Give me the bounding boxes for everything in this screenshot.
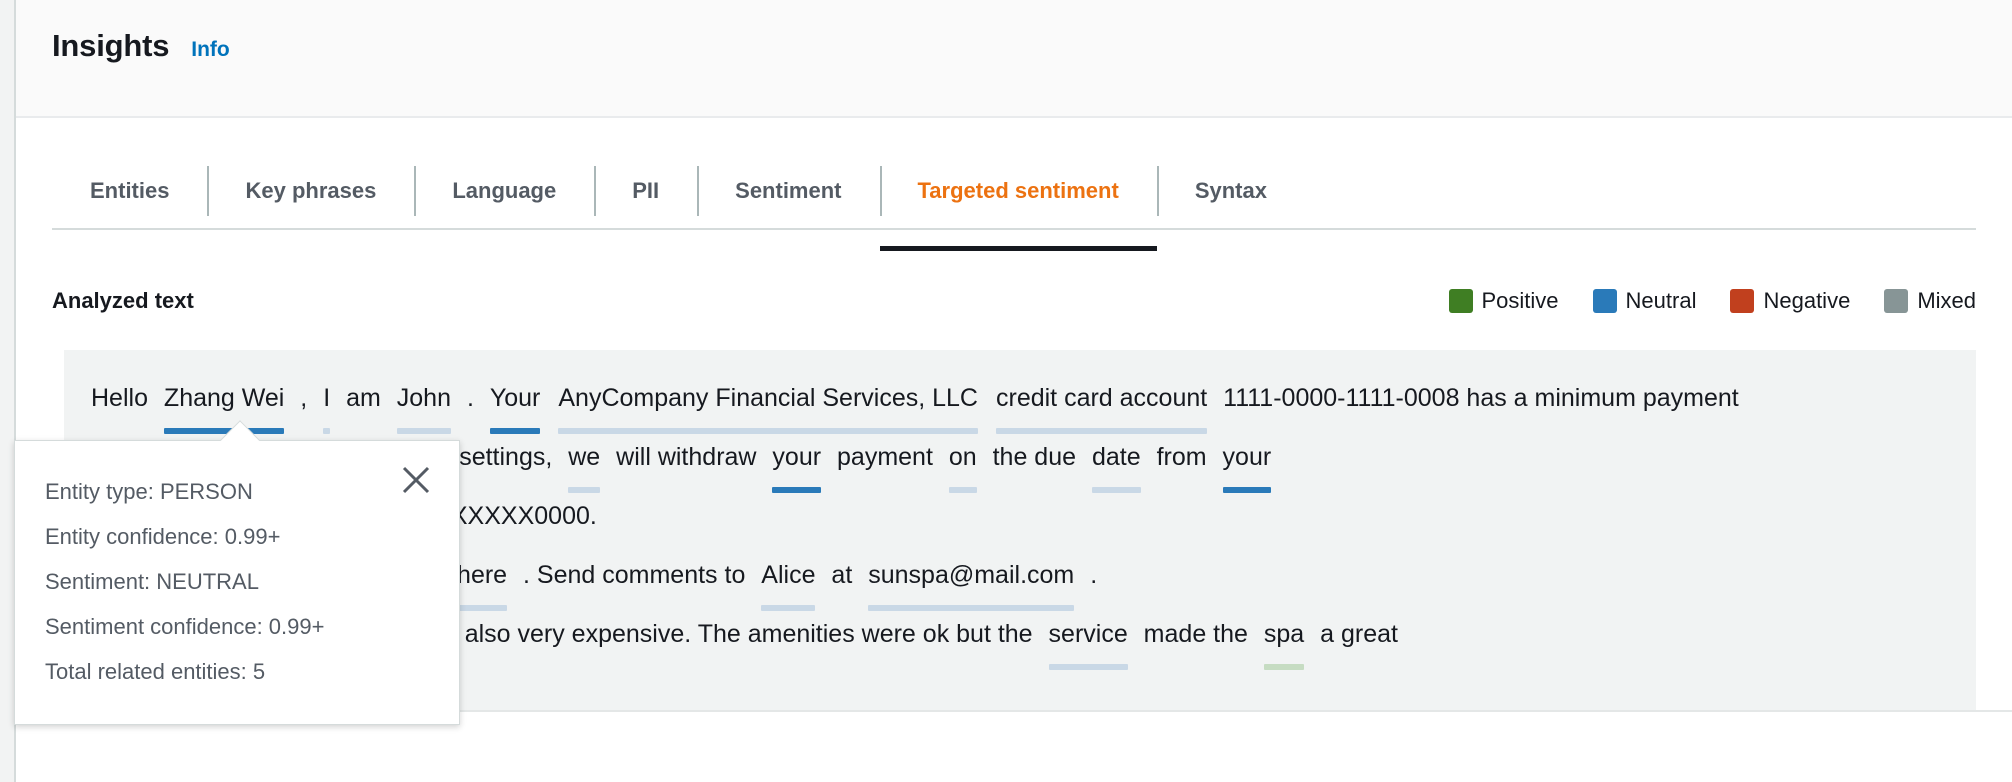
text-run: . — [460, 384, 481, 412]
entity-token[interactable]: Alice — [761, 547, 816, 611]
text-run: , — [293, 384, 315, 412]
tooltip-total-related-entities: Total related entities: 5 — [45, 659, 266, 684]
legend-label: Neutral — [1625, 288, 1697, 313]
analyzed-text-title: Analyzed text — [52, 288, 194, 313]
tooltip-entity-confidence: Entity confidence: 0.99+ — [45, 524, 281, 549]
page-title: Insights — [52, 28, 170, 63]
legend-swatch-negative-icon — [1730, 289, 1755, 313]
legend-label: Positive — [1481, 288, 1559, 313]
entity-token[interactable]: date — [1091, 429, 1141, 493]
text-run: . — [1083, 561, 1098, 589]
header-inner: Insights Info — [52, 28, 230, 64]
entity-token[interactable]: I — [323, 370, 330, 434]
entity-token[interactable]: your — [772, 429, 821, 493]
text-run: am — [339, 384, 388, 412]
tab-entities[interactable]: Entities — [52, 152, 207, 230]
tab-sentiment[interactable]: Sentiment — [697, 152, 879, 230]
tab-syntax[interactable]: Syntax — [1156, 152, 1305, 230]
close-icon[interactable] — [399, 463, 433, 497]
insights-tab-bar[interactable]: Entities Key phrases Language PII Sentiment T… — [52, 152, 1976, 262]
tab-language[interactable]: Language — [414, 152, 594, 230]
tab-targeted-sentiment[interactable]: Targeted sentiment — [879, 152, 1158, 251]
legend-swatch-neutral-icon — [1592, 289, 1617, 313]
legend-swatch-positive-icon — [1448, 289, 1473, 313]
text-run: . Send comments to — [516, 561, 753, 589]
panel-header: Insights Info — [16, 0, 2012, 118]
entity-detail-tooltip: Entity type: PERSON Entity confidence: 0… — [14, 420, 460, 725]
legend-item-negative: Negative — [1730, 288, 1850, 314]
analyzed-text-line: Hello Zhang Wei , I am John . Your AnyCom… — [64, 370, 1976, 434]
sentiment-legend: Positive Neutral Negative Mixed — [1448, 288, 1976, 314]
text-run: a great — [1313, 620, 1398, 648]
tab-key-phrases[interactable]: Key phrases — [207, 152, 414, 230]
legend-swatch-mixed-icon — [1884, 289, 1909, 313]
text-run: payment — [830, 443, 940, 471]
entity-token[interactable]: spa — [1263, 606, 1305, 670]
tooltip-sentiment-confidence: Sentiment confidence: 0.99+ — [45, 614, 325, 639]
legend-label: Mixed — [1917, 288, 1976, 313]
legend-item-neutral: Neutral — [1592, 288, 1697, 314]
tab-pii[interactable]: PII — [594, 152, 697, 230]
info-link[interactable]: Info — [191, 38, 229, 62]
text-run: at — [824, 561, 860, 589]
entity-token[interactable]: your — [1222, 429, 1271, 493]
insights-page: Insights Info Entities Key phrases Languag… — [0, 0, 2012, 782]
text-run: the due — [985, 443, 1083, 471]
text-run: from — [1149, 443, 1214, 471]
entity-token[interactable]: service — [1048, 606, 1128, 670]
left-gutter — [0, 0, 14, 782]
entity-token[interactable]: Your — [489, 370, 540, 434]
entity-token[interactable]: sunspa@mail.com — [868, 547, 1075, 611]
text-run: will withdraw — [609, 443, 764, 471]
tooltip-sentiment: Sentiment: NEUTRAL — [45, 569, 259, 594]
entity-token[interactable]: we — [568, 429, 600, 493]
tooltip-entity-type: Entity type: PERSON — [45, 479, 253, 504]
legend-item-positive: Positive — [1448, 288, 1559, 314]
text-run: made the — [1136, 620, 1255, 648]
entity-token[interactable]: on — [948, 429, 977, 493]
entity-token[interactable]: Zhang Wei — [163, 370, 285, 434]
entity-token[interactable]: credit card account — [996, 370, 1208, 434]
legend-item-mixed: Mixed — [1884, 288, 1976, 314]
text-run: 1111-0000-1111-0008 has a minimum paymen… — [1216, 384, 1739, 412]
analyzed-text-header-row: Analyzed text Positive Neutral Negative Mix… — [52, 288, 1976, 314]
legend-label: Negative — [1763, 288, 1851, 313]
entity-token[interactable]: AnyCompany Financial Services, LLC — [558, 370, 978, 434]
text-run: was also very expensive. The amenities w… — [406, 620, 1040, 648]
text-run: Hello — [91, 384, 155, 412]
entity-token[interactable]: John — [396, 370, 452, 434]
tabs-underline — [52, 228, 1976, 230]
